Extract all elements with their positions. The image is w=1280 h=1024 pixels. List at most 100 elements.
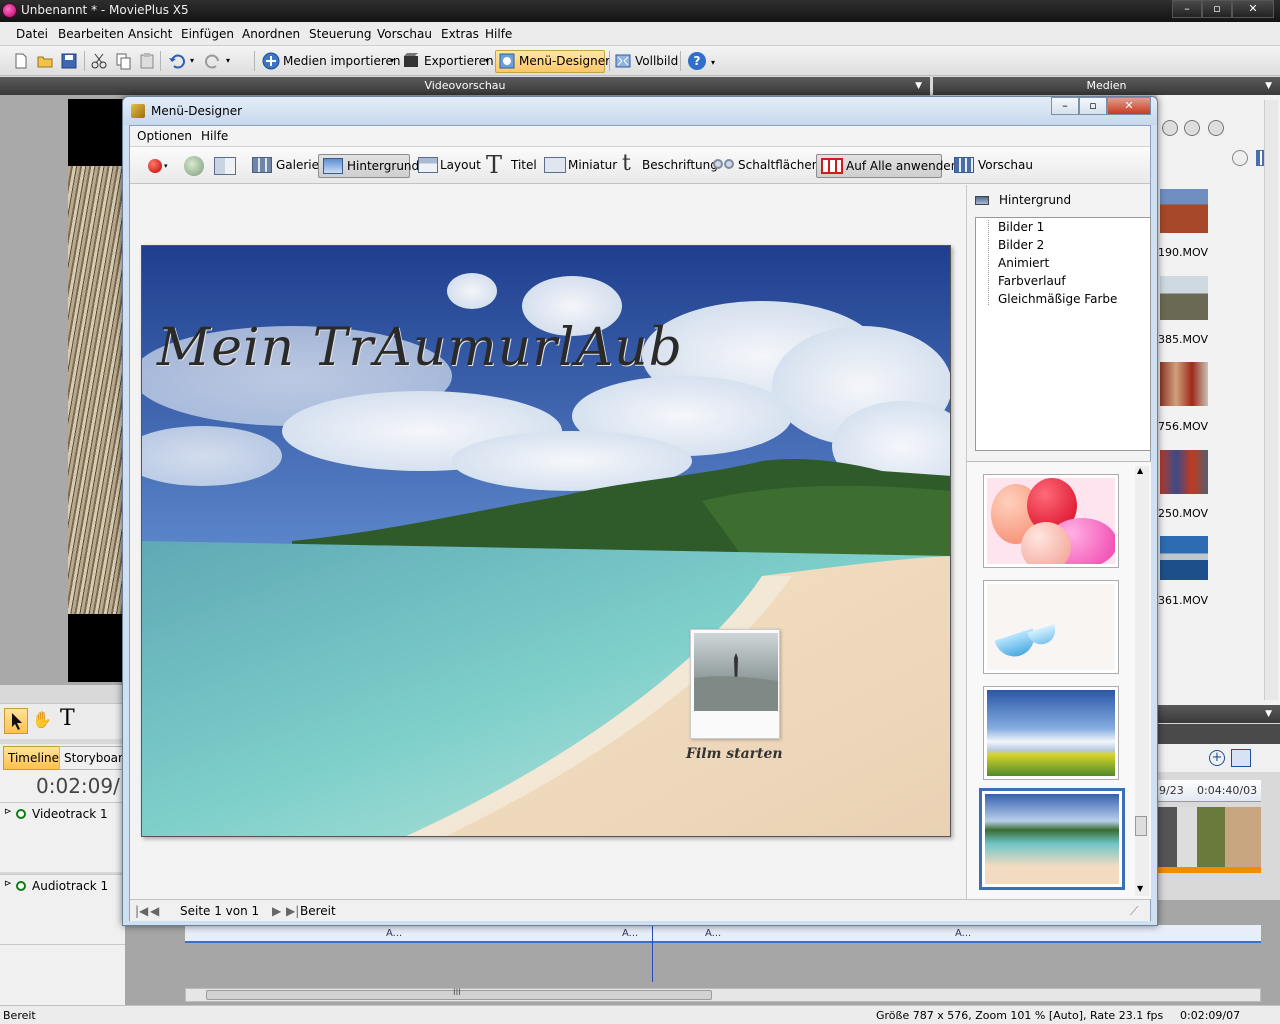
fullscreen-button[interactable]: Vollbild (635, 54, 678, 68)
scroll-down-icon[interactable]: ▼ (1137, 884, 1143, 893)
tab-timeline[interactable]: Timeline (3, 746, 65, 770)
track-visible-icon[interactable] (16, 809, 26, 819)
redo-dropdown-icon[interactable]: ▾ (226, 56, 230, 65)
bg-thumb-sunglasses[interactable] (983, 580, 1119, 674)
new-document-icon[interactable] (12, 52, 30, 70)
gallery-button[interactable]: Galerie (248, 154, 319, 178)
panel-dropdown-icon[interactable]: ▼ (915, 77, 922, 95)
layout-button[interactable]: Layout (414, 154, 481, 178)
track-expand-icon[interactable]: ⊳ (4, 807, 12, 817)
dialog-minimize-button[interactable]: – (1051, 97, 1079, 115)
menu-bearbeiten[interactable]: Bearbeiten (58, 27, 124, 41)
media-file-3[interactable]: 756.MOV (1158, 420, 1208, 433)
bg-thumb-sky-field[interactable] (983, 686, 1119, 780)
menu-steuerung[interactable]: Steuerung (309, 27, 371, 41)
import-media-icon[interactable] (262, 52, 280, 70)
media-thumb-2[interactable] (1160, 276, 1208, 320)
film-start-label[interactable]: Film starten (686, 746, 783, 762)
resize-grip-icon[interactable]: ⟋ (1130, 904, 1138, 919)
tree-item-gleichmaessige-farbe[interactable]: Gleichmäßige Farbe (998, 292, 1117, 306)
record-button[interactable]: ▾ (142, 154, 172, 178)
menu-hilfe[interactable]: Hilfe (485, 27, 512, 41)
audio-waveform[interactable]: A... A... A... A... (185, 925, 1261, 943)
page-layout-button[interactable] (212, 154, 240, 178)
bg-thumb-balloons[interactable] (983, 474, 1119, 568)
caption-button[interactable]: t Beschriftung (616, 151, 718, 178)
record-dropdown-icon[interactable]: ▾ (164, 162, 168, 170)
select-tool-icon[interactable] (4, 708, 28, 734)
prev-page-icon[interactable]: ◀ (150, 904, 159, 918)
audiotrack-enabled-icon[interactable] (16, 881, 26, 891)
cut-icon[interactable] (90, 52, 108, 70)
close-button[interactable]: ✕ (1232, 0, 1274, 18)
open-folder-icon[interactable] (36, 52, 54, 70)
title-button[interactable]: T Titel (484, 151, 537, 179)
dialog-close-button[interactable]: ✕ (1107, 97, 1151, 115)
menu-vorschau[interactable]: Vorschau (377, 27, 432, 41)
thumbnail-button[interactable]: Miniatur (540, 154, 617, 178)
last-page-icon[interactable]: ▶| (286, 904, 299, 918)
undo-dropdown-icon[interactable]: ▾ (190, 56, 194, 65)
bg-thumb-beach[interactable] (979, 788, 1125, 890)
fullscreen-icon[interactable] (614, 52, 632, 70)
media-file-2[interactable]: 385.MOV (1158, 333, 1208, 346)
menu-anordnen[interactable]: Anordnen (242, 27, 300, 41)
media-info-icon[interactable] (1232, 150, 1248, 166)
paste-icon[interactable] (138, 52, 156, 70)
tree-item-farbverlauf[interactable]: Farbverlauf (998, 274, 1066, 288)
videotrack-header[interactable]: ⊳ Videotrack 1 (0, 802, 125, 872)
zoom-in-icon[interactable]: + (1209, 750, 1225, 766)
maximize-button[interactable]: ▫ (1202, 0, 1232, 18)
menu-ansicht[interactable]: Ansicht (128, 27, 172, 41)
audiotrack-header[interactable]: ⊳ Audiotrack 1 (0, 874, 125, 944)
next-page-icon[interactable]: ▶ (272, 904, 281, 918)
media-view-icon[interactable] (1184, 120, 1200, 136)
dialog-maximize-button[interactable]: ▫ (1079, 97, 1107, 115)
minimize-button[interactable]: – (1172, 0, 1202, 18)
film-start-thumbnail[interactable] (690, 629, 780, 739)
tab-storyboard[interactable]: Storyboard (59, 746, 130, 770)
menu-extras[interactable]: Extras (441, 27, 479, 41)
add-globe-button[interactable] (182, 154, 208, 178)
media-scrollbar[interactable] (1264, 100, 1278, 700)
media-file-5[interactable]: 361.MOV (1158, 594, 1208, 607)
export-icon[interactable] (402, 52, 420, 70)
copy-icon[interactable] (114, 52, 132, 70)
menu-datei[interactable]: Datei (16, 27, 48, 41)
import-media-button[interactable]: Medien importieren (283, 54, 401, 68)
media-thumb-3[interactable] (1160, 362, 1208, 406)
toolbar-overflow-icon[interactable]: ▾ (711, 58, 715, 67)
scrollbar-thumb[interactable]: III (206, 988, 712, 1000)
thumbnail-scrollbar[interactable]: ▲ ▼ (1135, 466, 1149, 896)
media-thumb-4[interactable] (1160, 450, 1208, 494)
tree-item-bilder-2[interactable]: Bilder 2 (998, 238, 1044, 252)
media-stop-icon[interactable] (1162, 120, 1178, 136)
timeline-dropdown-icon[interactable]: ▼ (1265, 705, 1272, 723)
undo-icon[interactable] (168, 52, 186, 70)
dialog-titlebar[interactable]: Menü-Designer – ▫ ✕ (123, 97, 1157, 125)
save-icon[interactable] (60, 52, 78, 70)
apply-all-button[interactable]: Auf Alle anwenden (816, 154, 958, 178)
media-audio-icon[interactable] (1208, 120, 1224, 136)
media-dropdown-icon[interactable]: ▼ (1265, 77, 1272, 95)
thumbnail-scroll-thumb[interactable] (1135, 816, 1147, 836)
menu-canvas[interactable]: Mein TrAumurlAub Film starten (141, 245, 951, 837)
export-button[interactable]: Exportieren (424, 54, 494, 68)
playhead[interactable] (652, 920, 653, 982)
tree-item-animiert[interactable]: Animiert (998, 256, 1049, 270)
audiotrack-expand-icon[interactable]: ⊳ (4, 879, 12, 889)
timeline-scrollbar[interactable]: III (185, 988, 1261, 1002)
media-thumb-5[interactable] (1160, 536, 1208, 580)
menu-einfuegen[interactable]: Einfügen (181, 27, 234, 41)
text-tool-icon[interactable]: T (60, 706, 75, 731)
hand-tool-icon[interactable]: ✋ (32, 710, 52, 732)
fit-timeline-icon[interactable] (1231, 749, 1251, 767)
first-page-icon[interactable]: |◀ (135, 904, 148, 918)
scroll-up-icon[interactable]: ▲ (1137, 466, 1143, 475)
buttons-button[interactable]: Schaltflächen (710, 154, 819, 178)
import-dropdown-icon[interactable]: ▾ (390, 56, 394, 65)
dialog-menu-optionen[interactable]: Optionen (137, 129, 192, 143)
menu-title-text[interactable]: Mein TrAumurlAub (157, 318, 683, 378)
preview-button[interactable]: Vorschau (950, 154, 1033, 178)
export-dropdown-icon[interactable]: ▾ (485, 56, 489, 65)
